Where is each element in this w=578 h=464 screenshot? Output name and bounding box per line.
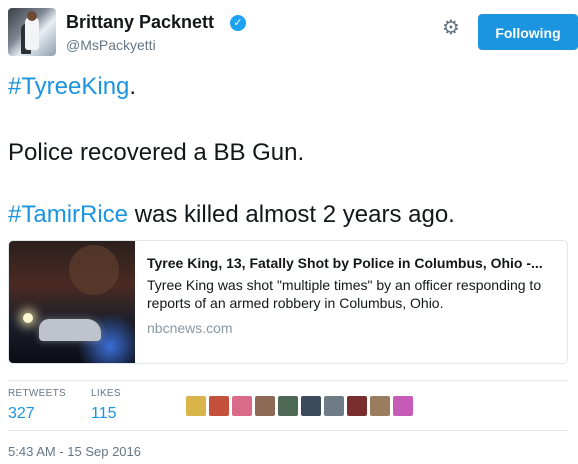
display-name[interactable]: Brittany Packnett [66,12,214,33]
liker-avatar[interactable] [370,396,390,416]
likes-stat[interactable]: LIKES 115 [91,388,121,423]
card-title[interactable]: Tyree King, 13, Fatally Shot by Police i… [147,255,559,271]
liker-avatar[interactable] [232,396,252,416]
avatar-face [27,11,37,21]
hashtag-link-tamirrice[interactable]: #TamirRice [8,201,128,228]
gear-icon[interactable]: ⚙ [438,15,464,41]
hashtag-link-tyreeking[interactable]: #TyreeKing [8,73,129,100]
retweets-stat[interactable]: RETWEETS 327 [8,388,66,423]
thumbnail-tree [69,245,119,295]
liker-avatar[interactable] [209,396,229,416]
liker-avatar[interactable] [255,396,275,416]
liker-avatar[interactable] [393,396,413,416]
thumbnail-police-car [39,319,101,341]
tweet-header: Brittany Packnett ✓ @MsPackyetti ⚙ Follo… [8,8,578,60]
liker-avatar[interactable] [186,396,206,416]
liker-avatar[interactable] [324,396,344,416]
link-card[interactable]: Tyree King, 13, Fatally Shot by Police i… [8,240,568,364]
tweet-line-3: #TamirRice was killed almost 2 years ago… [8,200,455,230]
avatar-figure [25,16,39,50]
tweet-line-1-rest: . [129,73,137,100]
tweet-line-2: Police recovered a BB Gun. [8,139,305,166]
tweet-line-3-rest: was killed almost 2 years ago. [128,201,455,228]
user-handle[interactable]: @MsPackyetti [66,37,156,53]
profile-avatar[interactable] [8,8,56,56]
liker-avatar[interactable] [278,396,298,416]
card-domain: nbcnews.com [147,320,233,336]
liker-avatar[interactable] [347,396,367,416]
card-description: Tyree King was shot "multiple times" by … [147,277,542,311]
likes-label: LIKES [91,388,121,399]
divider-bottom [8,430,568,431]
likes-count[interactable]: 115 [91,405,121,423]
following-button[interactable]: Following [478,14,578,50]
card-body: Tyree King, 13, Fatally Shot by Police i… [147,255,559,336]
thumbnail-light [23,313,33,323]
liker-avatar[interactable] [301,396,321,416]
retweets-label: RETWEETS [8,388,66,399]
retweets-count[interactable]: 327 [8,405,66,423]
tweet-timestamp[interactable]: 5:43 AM - 15 Sep 2016 [8,444,141,459]
tweet-line-1: #TyreeKing. [8,72,136,102]
verified-badge-icon: ✓ [230,15,246,31]
divider-top [8,380,568,381]
card-thumbnail [9,241,135,363]
